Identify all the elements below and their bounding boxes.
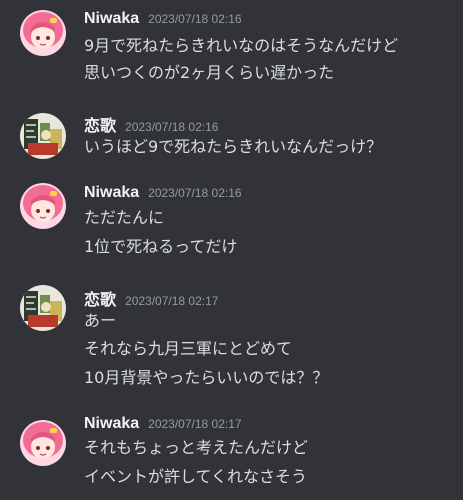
message-header: 恋歌 2023/07/18 02:16 (84, 112, 219, 136)
renka-avatar-icon[interactable] (20, 285, 66, 331)
renka-avatar-icon[interactable] (20, 113, 66, 159)
message-text: いうほど9で死ねたらきれいなんだっけ？ (84, 137, 383, 156)
username[interactable]: Niwaka (84, 415, 139, 433)
username[interactable]: 恋歌 (84, 286, 116, 310)
message-header: Niwaka 2023/07/18 02:16 (84, 184, 242, 206)
timestamp: 2023/07/18 02:16 (125, 120, 219, 134)
timestamp: 2023/07/18 02:16 (148, 12, 242, 26)
message-header: Niwaka 2023/07/18 02:17 (84, 415, 242, 437)
message-text: それもちょっと考えたんだけど (84, 438, 309, 457)
message-text: あー (84, 311, 117, 330)
timestamp: 2023/07/18 02:16 (148, 186, 242, 200)
username[interactable]: 恋歌 (84, 112, 116, 136)
niwaka-avatar-icon[interactable] (20, 420, 66, 466)
message-header: Niwaka 2023/07/18 02:16 (84, 10, 242, 32)
username[interactable]: Niwaka (84, 184, 139, 202)
message-text: 10月背景やったらいいのでは？？ (84, 368, 329, 387)
niwaka-avatar-icon[interactable] (20, 183, 66, 229)
message-text: それなら九月三軍にとどめて (84, 339, 293, 358)
message-text: イベントが許してくれなさそう (84, 467, 308, 486)
chat-log: Niwaka 2023/07/18 02:16 9月で死ねたらきれいなのはそうな… (0, 0, 463, 500)
message-header: 恋歌 2023/07/18 02:17 (84, 286, 219, 310)
message-text: 9月で死ねたらきれいなのはそうなんだけど (84, 36, 399, 55)
message-text: ただたんに (84, 208, 165, 227)
niwaka-avatar-icon[interactable] (20, 10, 66, 56)
timestamp: 2023/07/18 02:17 (125, 294, 219, 308)
timestamp: 2023/07/18 02:17 (148, 417, 242, 431)
message-text: 思いつくのが2ヶ月くらい遅かった (84, 63, 335, 82)
message-text: 1位で死ねるってだけ (84, 237, 238, 256)
username[interactable]: Niwaka (84, 10, 139, 28)
